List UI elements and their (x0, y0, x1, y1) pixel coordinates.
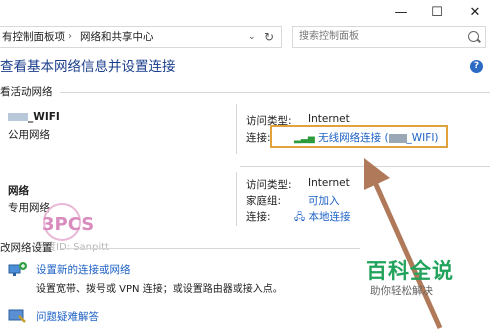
network-name: _WIFI (8, 111, 60, 123)
search-icon[interactable] (468, 31, 479, 42)
baike-logo-subtitle: 助你轻松解决 (370, 285, 433, 297)
annotation-arrow (364, 158, 443, 330)
divider (236, 104, 237, 154)
homegroup-join-link[interactable]: 可加入 (308, 193, 340, 208)
homegroup-label: 家庭组: (246, 195, 282, 207)
breadcrumb-control-panel-items[interactable]: 有控制面板项 (2, 27, 65, 47)
divider (60, 92, 490, 93)
minimize-button[interactable]: — (384, 0, 418, 24)
search-input[interactable]: 搜索控制面板 (292, 26, 486, 48)
baike-logo-title: 百科全说 (366, 259, 454, 283)
troubleshoot-link[interactable]: 问题疑难解答 (36, 309, 99, 324)
search-placeholder: 搜索控制面板 (299, 31, 359, 42)
divider (60, 248, 360, 249)
local-connection-link[interactable]: 🖧 本地连接 (294, 209, 351, 227)
chevron-down-icon[interactable]: ⌄ (248, 27, 256, 47)
redacted-ssid (388, 133, 407, 143)
address-bar[interactable]: 有控制面板项 › 网络和共享中心 ⌄ ↻ (0, 26, 282, 48)
connection-label: 连接: (246, 132, 271, 144)
wifi-signal-icon: ▂▃▅ (294, 134, 315, 144)
breadcrumb-separator: › (68, 31, 72, 42)
access-type-label: 访问类型: (246, 179, 292, 191)
close-button[interactable]: ✕ (458, 0, 492, 24)
help-icon[interactable]: ? (470, 60, 483, 73)
active-networks-heading: 看活动网络 (0, 86, 53, 98)
wireless-connection-link[interactable]: ▂▃▅ 无线网络连接 (_WIFI) (294, 130, 439, 145)
refresh-icon[interactable]: ↻ (264, 27, 274, 47)
setup-connection-link[interactable]: 设置新的连接或网络 (36, 262, 131, 277)
maximize-button[interactable]: ☐ (420, 0, 454, 24)
network-setup-icon (8, 262, 27, 276)
troubleshoot-icon (8, 309, 26, 323)
breadcrumb-network-center[interactable]: 网络和共享中心 (80, 27, 154, 47)
access-type-value: Internet (308, 113, 350, 125)
divider (236, 172, 237, 226)
address-row: 有控制面板项 › 网络和共享中心 ⌄ ↻ 搜索控制面板 (0, 26, 500, 50)
access-type-value: Internet (308, 177, 350, 189)
title-bar: — ☐ ✕ (0, 0, 500, 24)
ethernet-icon: 🖧 (294, 212, 306, 223)
network-type: 公用网络 (8, 129, 50, 141)
page-title: 查看基本网络信息并设置连接 (0, 59, 176, 75)
setup-connection-desc: 设置宽带、拨号或 VPN 连接；或设置路由器或接入点。 (36, 284, 283, 295)
change-settings-heading: 改网络设置 (0, 242, 53, 254)
connection-label: 连接: (246, 211, 271, 223)
network-name: 网络 (8, 185, 29, 197)
svg-text:3PCS: 3PCS (42, 214, 94, 235)
redacted-name (8, 113, 28, 121)
